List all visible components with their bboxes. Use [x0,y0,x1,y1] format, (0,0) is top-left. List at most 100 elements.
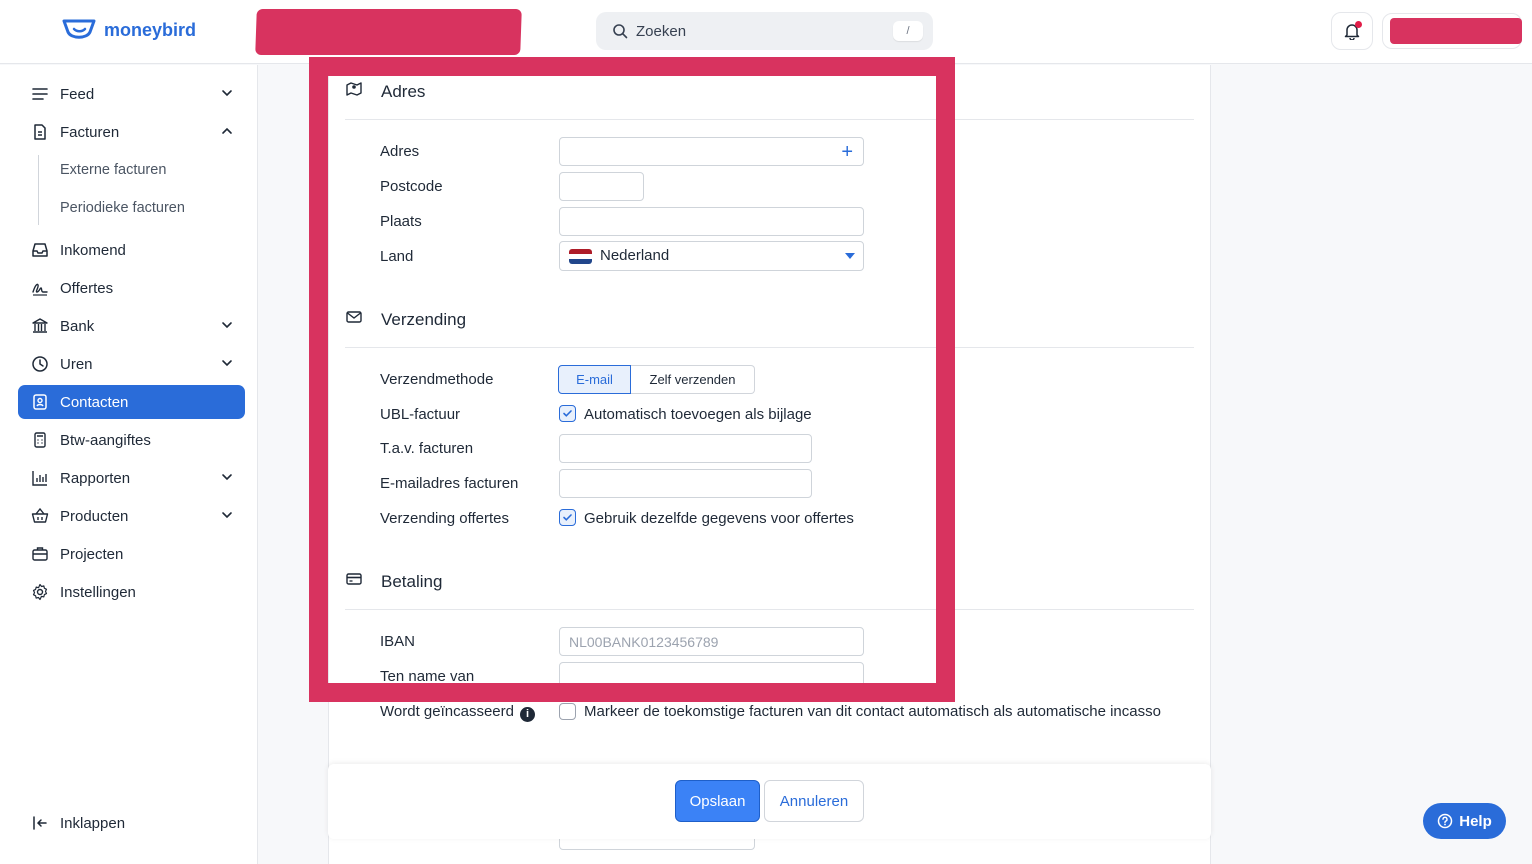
sidebar-item-btw-aangiftes[interactable]: Btw-aangiftes [18,423,245,457]
sidebar-item-label: Bank [60,317,95,335]
shipping-method-self[interactable]: Zelf verzenden [631,365,755,394]
document-icon [30,122,50,142]
briefcase-icon [30,544,50,564]
contact-form-card [328,65,1211,864]
sidebar-item-feed[interactable]: Feed [18,77,245,111]
top-bar: moneybird Zoeken / [0,0,1532,64]
direct-debit-checkbox[interactable] [559,703,576,720]
ubl-checkbox[interactable] [559,405,576,422]
label-iban: IBAN [380,633,416,650]
sidebar-subitem-externe-facturen[interactable]: Externe facturen [60,162,166,178]
envelope-icon [345,308,363,331]
chevron-down-icon[interactable] [219,317,235,337]
bank-icon [30,316,50,336]
sidebar-item-label: Contacten [60,393,129,411]
search-bar[interactable]: Zoeken / [596,12,933,50]
clock-icon [30,354,50,374]
question-circle-icon [1437,813,1453,829]
sidebar-item-label: Producten [60,507,129,525]
checkmark-icon [563,514,572,521]
brand-name: moneybird [104,19,197,40]
chevron-down-icon[interactable] [219,507,235,527]
sidebar-item-instellingen[interactable]: Instellingen [18,575,245,609]
label-land: Land [380,248,414,265]
chevron-down-icon[interactable] [219,469,235,489]
label-ten-name-van: Ten name van [380,668,475,685]
calculator-icon [30,430,50,450]
divider [345,347,1194,348]
sidebar-item-label: Btw-aangiftes [60,431,151,449]
chevron-down-icon[interactable] [219,85,235,105]
section-title-verzending: Verzending [345,308,466,331]
sidebar-item-producten[interactable]: Producten [18,499,245,533]
sidebar-item-bank[interactable]: Bank [18,309,245,343]
sidebar-item-projecten[interactable]: Projecten [18,537,245,571]
sidebar-item-uren[interactable]: Uren [18,347,245,381]
moneybird-logo[interactable]: moneybird [62,18,196,42]
info-icon[interactable]: i [519,706,535,722]
netherlands-flag-icon [569,249,592,264]
quotes-checkbox-label: Gebruik dezelfde gegevens voor offertes [584,510,854,527]
menu-lines-icon [30,84,50,104]
label-emailadres-facturen: E-mailadres facturen [380,475,519,492]
basket-icon [30,506,50,526]
shipping-method-email[interactable]: E-mail [558,365,631,394]
sidebar-subitem-periodieke-facturen[interactable]: Periodieke facturen [60,200,185,216]
address-field[interactable]: + [559,137,864,166]
direct-debit-checkbox-label: Markeer de toekomstige facturen van dit … [584,703,1161,720]
country-value: Nederland [600,247,670,264]
attention-field[interactable] [559,434,812,463]
notifications-button[interactable] [1331,12,1373,50]
sidebar-item-label: Offertes [60,279,114,297]
sidebar-item-contacten[interactable]: Contacten [18,385,245,419]
label-verzending-offertes: Verzending offertes [380,510,509,527]
caret-down-icon [845,253,855,259]
section-title-adres: Adres [345,80,425,103]
sidebar-item-rapporten[interactable]: Rapporten [18,461,245,495]
gear-icon [30,582,50,602]
signature-icon [30,278,50,298]
divider [345,609,1194,610]
cancel-button[interactable]: Annuleren [764,780,864,822]
plus-icon[interactable]: + [841,142,853,162]
notification-badge [1355,21,1362,28]
chevron-up-icon[interactable] [219,123,235,143]
inbox-icon [30,240,50,260]
contact-card-icon [30,392,50,412]
label-ubl-factuur: UBL-factuur [380,406,461,423]
iban-field[interactable]: NL00BANK0123456789 [559,627,864,656]
account-holder-field[interactable] [559,662,864,691]
postcode-field[interactable] [559,172,644,201]
help-button[interactable]: Help [1423,803,1506,839]
map-icon [345,80,363,103]
sidebar-item-label: Facturen [60,123,120,141]
country-select[interactable]: Nederland [559,241,864,271]
sidebar-item-label: Instellingen [60,583,136,601]
label-tav-facturen: T.a.v. facturen [380,440,474,457]
help-label: Help [1459,812,1492,830]
section-title-betaling: Betaling [345,570,442,593]
sidebar-item-inkomend[interactable]: Inkomend [18,233,245,267]
search-shortcut-hint: / [893,21,923,41]
shipping-method-toggle: E-mail Zelf verzenden [558,365,755,394]
sidebar-item-offertes[interactable]: Offertes [18,271,245,305]
save-button[interactable]: Opslaan [675,780,760,822]
label-postcode: Postcode [380,178,443,195]
ubl-checkbox-label: Automatisch toevoegen als bijlage [584,406,812,423]
collapse-left-icon [30,813,50,833]
label-adres: Adres [380,143,420,160]
city-field[interactable] [559,207,864,236]
sidebar-item-label: Uren [60,355,93,373]
quotes-checkbox[interactable] [559,509,576,526]
credit-card-icon [345,570,363,593]
checkmark-icon [563,410,572,417]
sidebar-item-facturen[interactable]: Facturen [18,115,245,149]
collapse-sidebar-button[interactable]: Inklappen [18,806,245,840]
submenu-guide-line [38,155,39,225]
redacted-user-name [1390,18,1522,44]
chevron-down-icon[interactable] [219,355,235,375]
invoice-email-field[interactable] [559,469,812,498]
sidebar-item-label: Inkomend [60,241,126,259]
search-icon [613,24,628,39]
sidebar-item-label: Feed [60,85,95,103]
